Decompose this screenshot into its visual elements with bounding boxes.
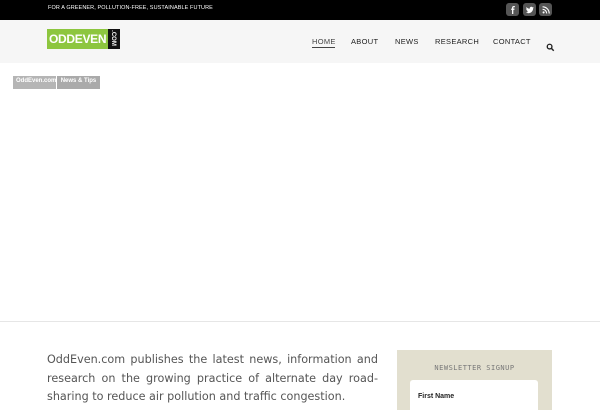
intro-text: OddEven.com publishes the latest news, i… <box>47 353 378 403</box>
nav-news[interactable]: NEWS <box>395 37 419 46</box>
nav-home[interactable]: HOME <box>312 37 336 46</box>
breadcrumb-item-site[interactable]: OddEven.com <box>13 76 56 89</box>
twitter-icon[interactable] <box>523 3 536 16</box>
nav-research[interactable]: RESEARCH <box>435 37 479 46</box>
site-tagline: FOR A GREENER, POLLUTION-FREE, SUSTAINAB… <box>48 5 213 11</box>
breadcrumb-item-news[interactable]: News & Tips <box>57 76 100 89</box>
newsletter-widget: NEWSLETTER SIGNUP First Name <box>397 350 552 420</box>
newsletter-title: NEWSLETTER SIGNUP <box>434 364 515 372</box>
hero-slider <box>0 63 600 321</box>
newsletter-form: First Name <box>410 380 538 420</box>
search-icon[interactable] <box>546 37 555 52</box>
first-name-label: First Name <box>418 393 455 400</box>
section-divider <box>0 321 600 322</box>
rss-icon[interactable] <box>539 3 552 16</box>
nav-about[interactable]: ABOUT <box>351 37 378 46</box>
facebook-icon[interactable] <box>506 3 519 16</box>
logo-wordmark: ODDEVEN <box>47 29 109 49</box>
logo-tld: .COM <box>108 29 121 49</box>
nav-home-underline <box>312 47 335 48</box>
site-logo[interactable]: ODDEVEN .COM <box>47 29 121 49</box>
nav-contact[interactable]: CONTACT <box>493 37 531 46</box>
top-bar: FOR A GREENER, POLLUTION-FREE, SUSTAINAB… <box>0 0 600 20</box>
